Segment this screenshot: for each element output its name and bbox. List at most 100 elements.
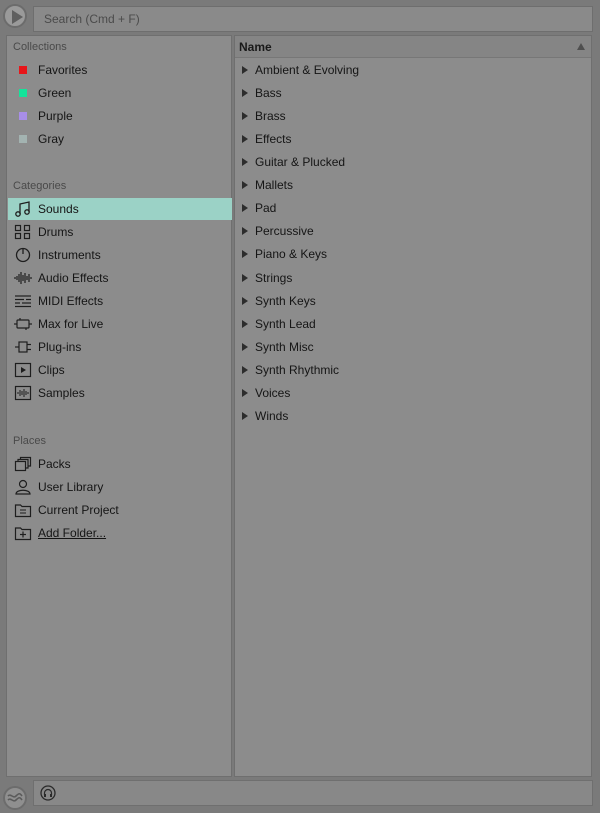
- sidebar-item-label: Clips: [38, 363, 65, 377]
- collection-label: Green: [38, 86, 72, 100]
- collection-label: Gray: [38, 132, 65, 146]
- list-item-label: Mallets: [255, 178, 294, 192]
- sidebar-item-label: Max for Live: [38, 317, 104, 331]
- list-item-label: Percussive: [255, 224, 314, 238]
- sidebar-item-samples[interactable]: Samples: [8, 382, 232, 404]
- expand-triangle-icon[interactable]: [242, 366, 248, 374]
- packs-icon: [14, 456, 32, 472]
- expand-triangle-icon[interactable]: [242, 158, 248, 166]
- collection-item-green[interactable]: Green: [8, 82, 232, 104]
- wave-icon: [7, 792, 23, 802]
- midi-lines-icon: [15, 295, 31, 308]
- expand-triangle-icon[interactable]: [242, 66, 248, 74]
- sidebar-item-label: Sounds: [38, 202, 79, 216]
- categories-title: Categories: [13, 180, 67, 192]
- list-item[interactable]: Percussive: [235, 220, 591, 243]
- sidebar-item-label: Instruments: [38, 248, 101, 262]
- list-item[interactable]: Synth Rhythmic: [235, 359, 591, 382]
- sidebar-item-plug-ins[interactable]: Plug-ins: [8, 336, 232, 358]
- list-item-label: Effects: [255, 132, 292, 146]
- collection-label: Favorites: [38, 63, 88, 77]
- sort-ascending-icon: [577, 43, 585, 50]
- expand-triangle-icon[interactable]: [242, 250, 248, 258]
- play-icon: [12, 10, 23, 24]
- list-item-label: Synth Keys: [255, 294, 316, 308]
- list-item[interactable]: Strings: [235, 267, 591, 290]
- browser-content: Name Ambient & Evolving Bass Brass Effec…: [234, 35, 592, 777]
- list-item[interactable]: Pad: [235, 197, 591, 220]
- expand-triangle-icon[interactable]: [242, 320, 248, 328]
- expand-triangle-icon[interactable]: [242, 112, 248, 120]
- user-icon: [15, 479, 31, 495]
- list-item[interactable]: Bass: [235, 82, 591, 105]
- sidebar-item-midi-effects[interactable]: MIDI Effects: [8, 290, 232, 312]
- sidebar-item-label: MIDI Effects: [38, 294, 104, 308]
- expand-triangle-icon[interactable]: [242, 343, 248, 351]
- list-item[interactable]: Brass: [235, 105, 591, 128]
- list-item-label: Piano & Keys: [255, 247, 328, 261]
- list-item[interactable]: Voices: [235, 382, 591, 405]
- sidebar-item-user-library[interactable]: User Library: [8, 476, 232, 498]
- preview-play-button[interactable]: [3, 4, 27, 28]
- sidebar-item-max-for-live[interactable]: Max for Live: [8, 313, 232, 335]
- column-header-label: Name: [239, 40, 272, 54]
- sidebar-item-drums[interactable]: Drums: [8, 221, 232, 243]
- name-column-header[interactable]: Name: [235, 36, 591, 58]
- collection-item-favorites[interactable]: Favorites: [8, 59, 232, 81]
- knob-icon: [15, 247, 31, 263]
- list-item[interactable]: Effects: [235, 128, 591, 151]
- list-item-label: Synth Rhythmic: [255, 363, 340, 377]
- sidebar-item-label: Samples: [38, 386, 85, 400]
- expand-triangle-icon[interactable]: [242, 274, 248, 282]
- list-item[interactable]: Piano & Keys: [235, 243, 591, 266]
- grid-icon: [14, 224, 31, 240]
- sidebar-item-instruments[interactable]: Instruments: [8, 244, 232, 266]
- search-input[interactable]: [44, 7, 582, 31]
- sidebar-item-current-project[interactable]: Current Project: [8, 499, 232, 521]
- search-field[interactable]: [33, 6, 593, 32]
- list-item-label: Pad: [255, 201, 277, 215]
- list-item[interactable]: Mallets: [235, 174, 591, 197]
- sidebar-item-label: Add Folder...: [38, 526, 107, 540]
- list-item-label: Ambient & Evolving: [255, 63, 360, 77]
- expand-triangle-icon[interactable]: [242, 204, 248, 212]
- expand-triangle-icon[interactable]: [242, 389, 248, 397]
- color-swatch: [19, 89, 27, 97]
- expand-triangle-icon[interactable]: [242, 135, 248, 143]
- color-swatch: [19, 135, 27, 143]
- list-item[interactable]: Ambient & Evolving: [235, 59, 591, 82]
- color-swatch: [19, 112, 27, 120]
- list-item-label: Guitar & Plucked: [255, 155, 346, 169]
- list-item[interactable]: Guitar & Plucked: [235, 151, 591, 174]
- collections-title: Collections: [13, 41, 67, 53]
- groove-pool-button[interactable]: [3, 786, 27, 810]
- sidebar-item-packs[interactable]: Packs: [8, 453, 232, 475]
- list-item[interactable]: Synth Lead: [235, 313, 591, 336]
- collection-item-gray[interactable]: Gray: [8, 128, 232, 150]
- sidebar-item-add-folder[interactable]: Add Folder...: [8, 522, 232, 544]
- sidebar-item-clips[interactable]: Clips: [8, 359, 232, 381]
- add-folder-icon: [14, 527, 32, 541]
- list-item[interactable]: Synth Keys: [235, 290, 591, 313]
- sidebar-item-label: User Library: [38, 480, 104, 494]
- expand-triangle-icon[interactable]: [242, 227, 248, 235]
- sidebar-item-sounds[interactable]: Sounds: [8, 198, 232, 220]
- list-item[interactable]: Synth Misc: [235, 336, 591, 359]
- sidebar-item-audio-effects[interactable]: Audio Effects: [8, 267, 232, 289]
- expand-triangle-icon[interactable]: [242, 412, 248, 420]
- music-note-icon: [15, 201, 30, 217]
- expand-triangle-icon[interactable]: [242, 297, 248, 305]
- expand-triangle-icon[interactable]: [242, 181, 248, 189]
- list-item[interactable]: Winds: [235, 405, 591, 428]
- list-item-label: Brass: [255, 109, 286, 123]
- collection-label: Purple: [38, 109, 73, 123]
- sidebar-item-label: Current Project: [38, 503, 119, 517]
- expand-triangle-icon[interactable]: [242, 89, 248, 97]
- collection-item-purple[interactable]: Purple: [8, 105, 232, 127]
- sidebar-item-label: Packs: [38, 457, 71, 471]
- sidebar-item-label: Audio Effects: [38, 271, 109, 285]
- sidebar: Collections Favorites Green Purple Gray …: [6, 35, 232, 777]
- headphones-icon[interactable]: [40, 785, 56, 801]
- list-item-label: Strings: [255, 271, 293, 285]
- browser-window: Collections Favorites Green Purple Gray …: [0, 0, 600, 813]
